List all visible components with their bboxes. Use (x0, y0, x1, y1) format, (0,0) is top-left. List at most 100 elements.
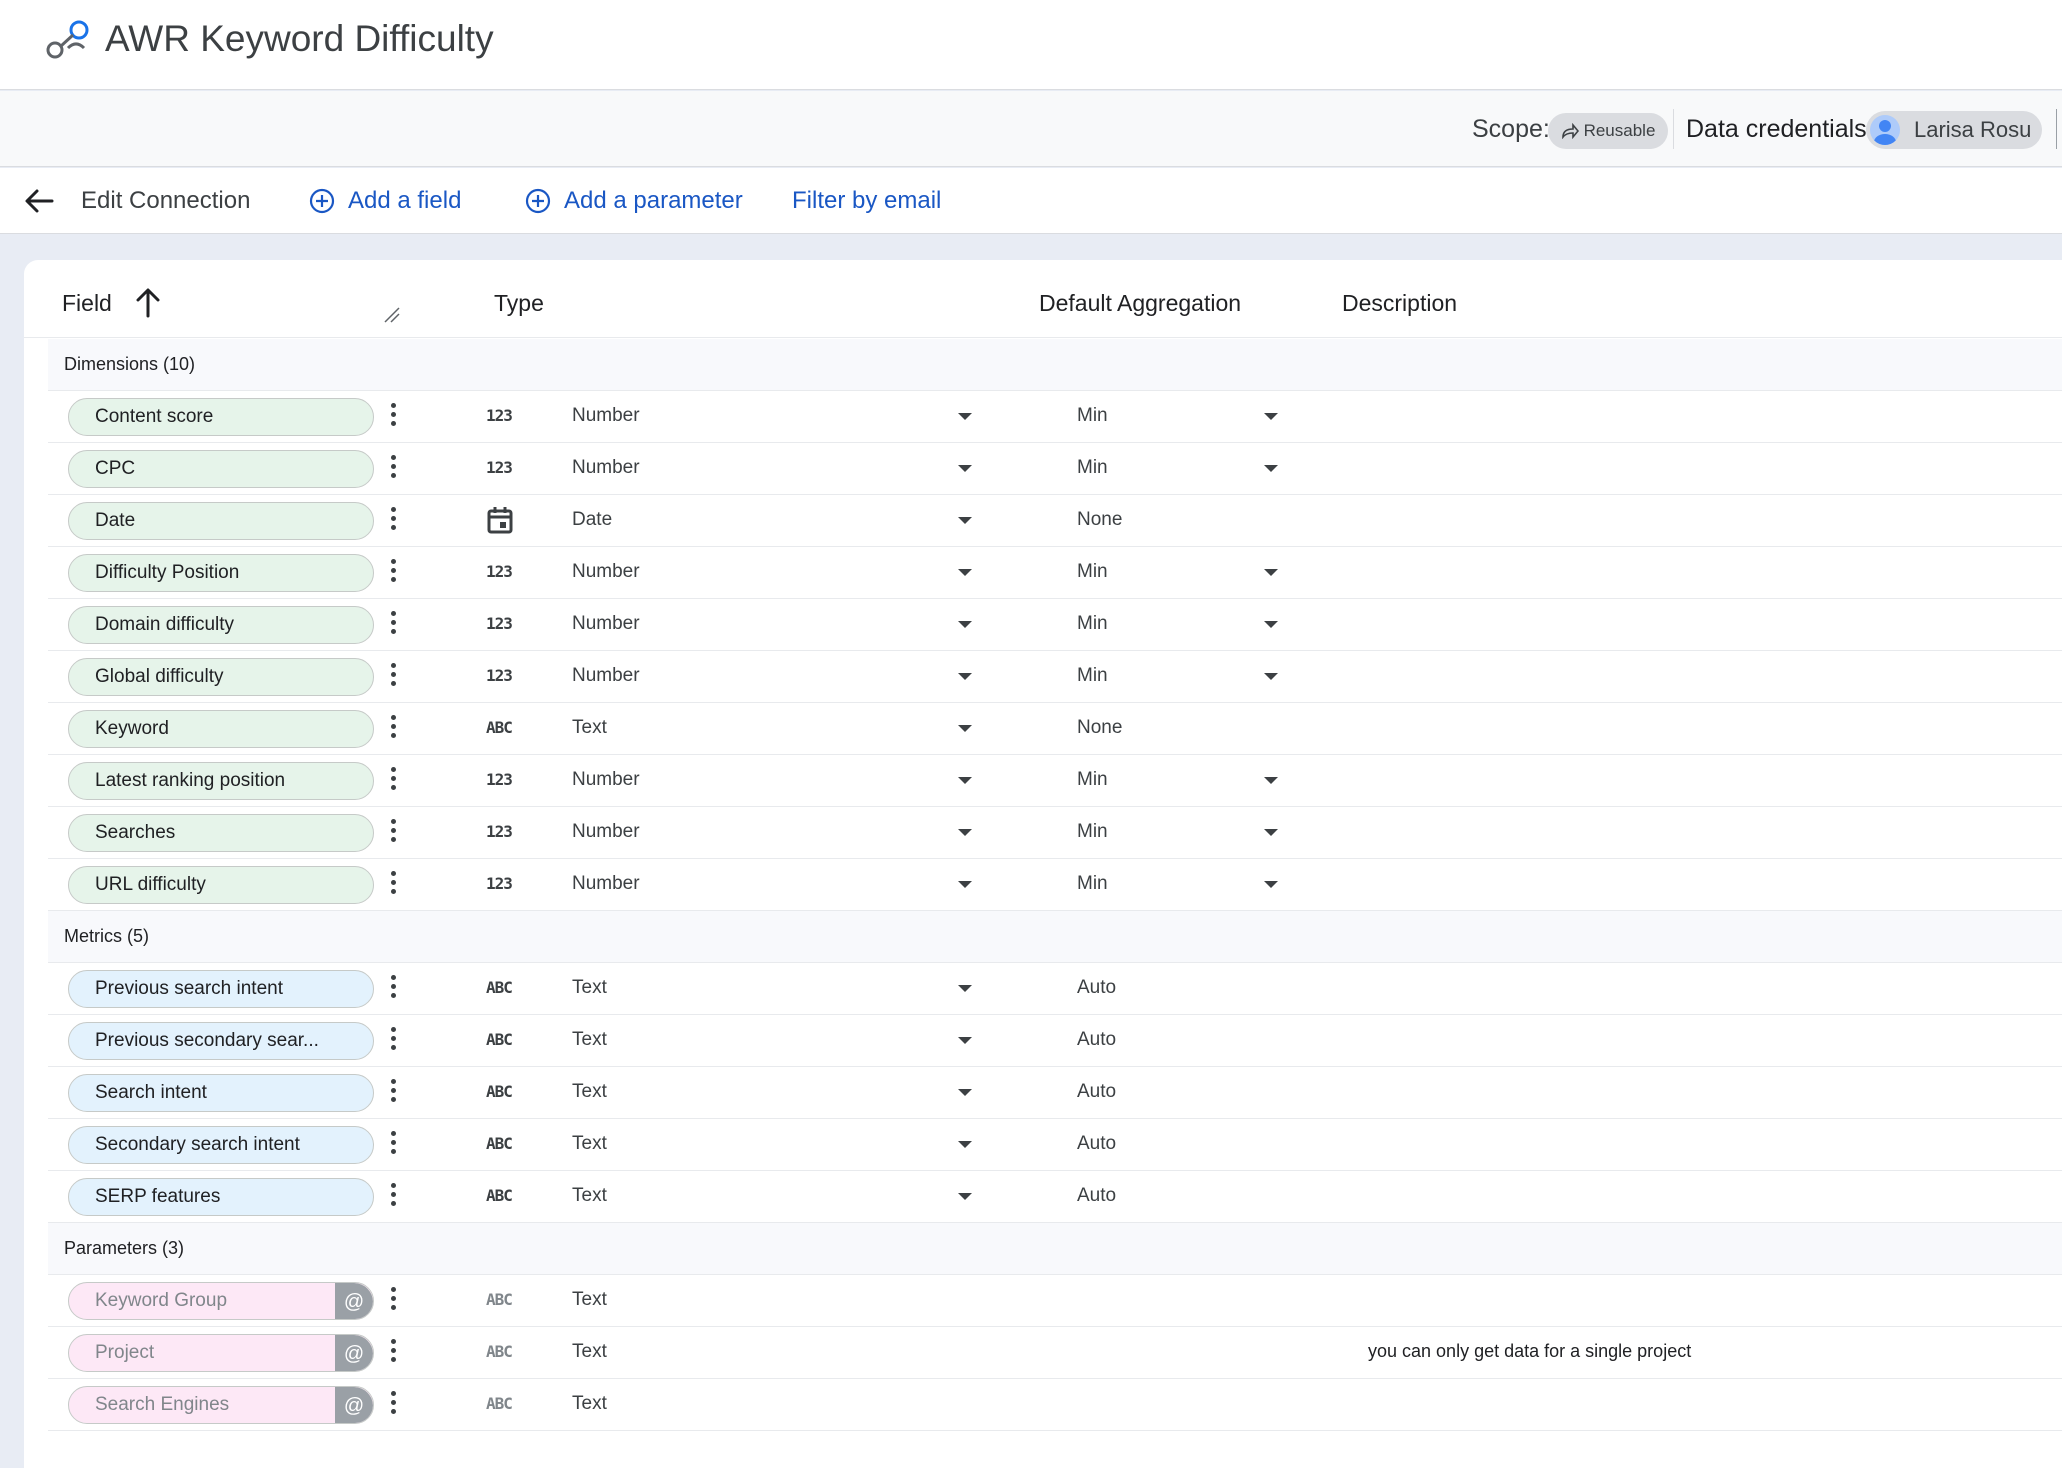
chevron-down-icon[interactable] (958, 569, 972, 576)
field-pill[interactable]: URL difficulty (68, 866, 374, 904)
more-vert-icon[interactable] (388, 611, 398, 639)
chevron-down-icon[interactable] (1264, 829, 1278, 836)
type-value[interactable]: Text (572, 1133, 607, 1155)
chevron-down-icon[interactable] (958, 777, 972, 784)
type-value[interactable]: Text (572, 1029, 607, 1051)
add-parameter-button[interactable]: Add a parameter (524, 187, 743, 215)
field-pill[interactable]: CPC (68, 450, 374, 488)
type-value[interactable]: Text (572, 1185, 607, 1207)
field-pill[interactable]: Search intent (68, 1074, 374, 1112)
more-vert-icon[interactable] (388, 1287, 398, 1315)
text-type-icon: ABC (486, 978, 513, 997)
type-value[interactable]: Text (572, 717, 607, 739)
parameter-pill[interactable]: Search Engines @ (68, 1386, 374, 1424)
type-value[interactable]: Number (572, 405, 640, 427)
more-vert-icon[interactable] (388, 1183, 398, 1211)
chevron-down-icon[interactable] (958, 517, 972, 524)
column-header-field[interactable]: Field (62, 290, 112, 317)
add-field-button[interactable]: Add a field (308, 187, 461, 215)
chevron-down-icon[interactable] (958, 673, 972, 680)
chevron-down-icon[interactable] (958, 413, 972, 420)
chevron-down-icon[interactable] (958, 465, 972, 472)
chevron-down-icon[interactable] (958, 1141, 972, 1148)
field-pill[interactable]: Previous secondary sear... (68, 1022, 374, 1060)
field-pill[interactable]: Difficulty Position (68, 554, 374, 592)
back-arrow-icon[interactable] (22, 184, 56, 218)
sort-ascending-icon[interactable] (132, 286, 164, 320)
type-value[interactable]: Number (572, 665, 640, 687)
aggregation-value[interactable]: Min (1077, 665, 1108, 687)
more-vert-icon[interactable] (388, 559, 398, 587)
column-resize-icon[interactable] (383, 306, 401, 324)
type-value[interactable]: Text (572, 977, 607, 999)
field-pill[interactable]: Global difficulty (68, 658, 374, 696)
aggregation-value[interactable]: Min (1077, 457, 1108, 479)
type-value[interactable]: Number (572, 613, 640, 635)
type-value[interactable]: Text (572, 1081, 607, 1103)
field-pill[interactable]: Secondary search intent (68, 1126, 374, 1164)
aggregation-value[interactable]: Min (1077, 405, 1108, 427)
chevron-down-icon[interactable] (1264, 881, 1278, 888)
parameter-name: Search Engines (95, 1394, 230, 1415)
field-pill[interactable]: Content score (68, 398, 374, 436)
field-pill[interactable]: Searches (68, 814, 374, 852)
filter-by-email-button[interactable]: Filter by email (792, 187, 941, 215)
type-value[interactable]: Number (572, 561, 640, 583)
chevron-down-icon[interactable] (1264, 413, 1278, 420)
aggregation-value[interactable]: Min (1077, 561, 1108, 583)
chevron-down-icon[interactable] (958, 829, 972, 836)
aggregation-value[interactable]: Min (1077, 873, 1108, 895)
type-value[interactable]: Number (572, 457, 640, 479)
more-vert-icon[interactable] (388, 663, 398, 691)
more-vert-icon[interactable] (388, 1079, 398, 1107)
aggregation-value: Auto (1077, 1133, 1117, 1154)
chevron-down-icon[interactable] (958, 725, 972, 732)
more-vert-icon[interactable] (388, 871, 398, 899)
more-vert-icon[interactable] (388, 1391, 398, 1419)
more-vert-icon[interactable] (388, 715, 398, 743)
credentials-chip[interactable]: Larisa Rosu (1866, 111, 2042, 149)
chevron-down-icon[interactable] (958, 1037, 972, 1044)
chevron-down-icon[interactable] (958, 881, 972, 888)
field-pill[interactable]: Domain difficulty (68, 606, 374, 644)
aggregation-value[interactable]: Min (1077, 821, 1108, 843)
scope-chip[interactable]: Reusable (1548, 113, 1668, 149)
chevron-down-icon[interactable] (958, 621, 972, 628)
more-vert-icon[interactable] (388, 1131, 398, 1159)
parameter-pill[interactable]: Keyword Group @ (68, 1282, 374, 1320)
section-label: Dimensions (10) (64, 354, 196, 374)
field-pill[interactable]: Previous search intent (68, 970, 374, 1008)
more-vert-icon[interactable] (388, 403, 398, 431)
more-vert-icon[interactable] (388, 1027, 398, 1055)
parameter-pill[interactable]: Project @ (68, 1334, 374, 1372)
chevron-down-icon[interactable] (1264, 569, 1278, 576)
more-vert-icon[interactable] (388, 975, 398, 1003)
more-vert-icon[interactable] (388, 767, 398, 795)
field-pill[interactable]: Date (68, 502, 374, 540)
field-pill[interactable]: Latest ranking position (68, 762, 374, 800)
more-vert-icon[interactable] (388, 455, 398, 483)
number-type-icon: 123 (486, 874, 513, 893)
chevron-down-icon[interactable] (958, 985, 972, 992)
aggregation-value[interactable]: Min (1077, 613, 1108, 635)
chevron-down-icon[interactable] (1264, 777, 1278, 784)
table-row: Global difficulty 123 Number Min (48, 651, 2062, 703)
chevron-down-icon[interactable] (1264, 673, 1278, 680)
more-vert-icon[interactable] (388, 819, 398, 847)
type-value[interactable]: Date (572, 509, 612, 531)
field-pill[interactable]: Keyword (68, 710, 374, 748)
chevron-down-icon[interactable] (958, 1193, 972, 1200)
type-value[interactable]: Number (572, 821, 640, 843)
more-vert-icon[interactable] (388, 507, 398, 535)
field-pill[interactable]: SERP features (68, 1178, 374, 1216)
more-vert-icon[interactable] (388, 1339, 398, 1367)
aggregation-value[interactable]: Min (1077, 769, 1108, 791)
type-value[interactable]: Number (572, 769, 640, 791)
text-type-icon: ABC (486, 1290, 513, 1309)
type-value[interactable]: Number (572, 873, 640, 895)
chevron-down-icon[interactable] (1264, 621, 1278, 628)
divider (2056, 109, 2057, 149)
edit-connection-button[interactable]: Edit Connection (81, 187, 250, 215)
chevron-down-icon[interactable] (958, 1089, 972, 1096)
chevron-down-icon[interactable] (1264, 465, 1278, 472)
